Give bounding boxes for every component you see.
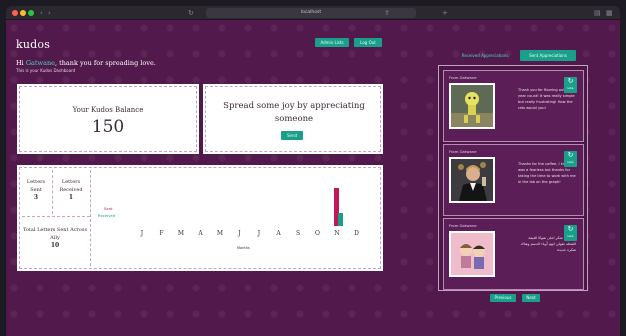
month-label: F <box>159 230 164 237</box>
appreciation-post: From Gatwane حب وان شکر اعلی شوکا الغيمة… <box>443 218 584 290</box>
dashboard-subtitle: This is your Kudos Dashboard <box>16 68 76 73</box>
like-button[interactable]: ↻ Like <box>564 151 577 167</box>
post-gif-cartoon-characters <box>449 231 495 277</box>
like-icon: ↻ <box>567 225 574 233</box>
greeting-prefix: Hi <box>16 59 26 67</box>
greeting-suffix: , thank you for spreading love. <box>54 59 156 67</box>
greeting-name: Gatwane <box>25 59 55 67</box>
sidebar-icon[interactable]: ▤ <box>594 8 601 18</box>
spread-joy-text: Spread some joy by appreciating someone <box>223 101 365 124</box>
post-gif-toast-man <box>449 157 495 203</box>
letters-sent-label: Letters Sent <box>26 179 46 193</box>
letters-received-value: 1 <box>68 194 74 201</box>
month-label: J <box>238 230 241 237</box>
appreciation-post: From Gatwane Thanks for the coffee, I kn… <box>443 144 584 216</box>
stats-chart-card: Letters Sent 3 Letters Received 1 Total … <box>17 165 383 271</box>
back-icon[interactable]: ‹ <box>40 8 43 18</box>
reload-icon[interactable]: ↻ <box>188 8 194 18</box>
letters-received-stat: Letters Received 1 <box>54 178 88 202</box>
month-label: M <box>177 230 185 237</box>
post-author: From Gatwane <box>449 75 477 80</box>
admin-lists-button[interactable]: Admin Lists <box>315 38 349 47</box>
balance-label: Your Kudos Balance <box>72 106 144 114</box>
letters-sent-value: 3 <box>33 194 39 201</box>
month-label: A <box>276 230 281 237</box>
month-label: O <box>315 230 320 237</box>
post-gif-dancing-figure <box>449 83 495 129</box>
letters-received-label: Letters Received <box>59 179 83 193</box>
month-label: J <box>257 230 261 237</box>
letters-sent-stat: Letters Sent 3 <box>22 178 50 202</box>
close-window-button[interactable] <box>12 10 18 16</box>
chart-divider <box>90 170 91 266</box>
like-label: Like <box>567 160 574 164</box>
month-label: M <box>216 230 224 237</box>
like-button[interactable]: ↻ Like <box>564 77 577 93</box>
page: kudos Admin Lists Log Out Hi Gatwane, th… <box>6 20 620 336</box>
total-letters-value: 10 <box>50 242 60 249</box>
appreciations-feed: From Gatwane Thank you for flooring out … <box>438 65 588 291</box>
month-label: D <box>354 230 359 237</box>
total-letters-label: Total Letters Sent Across Ally <box>22 227 88 241</box>
forward-icon[interactable]: › <box>48 8 51 18</box>
like-label: Like <box>567 86 574 90</box>
total-letters-stat: Total Letters Sent Across Ally 10 <box>22 226 88 250</box>
browser-window: ‹ › ↻ localhost ⇪ + ▤ ▦ kudos Admin List… <box>6 6 620 336</box>
share-icon[interactable]: ⇪ <box>384 8 390 18</box>
spread-joy-card: Spread some joy by appreciating someone … <box>203 84 383 154</box>
greeting: Hi Gatwane, thank you for spreading love… <box>16 59 156 67</box>
month-label: S <box>295 230 301 237</box>
tab-sent-appreciations[interactable]: Sent Appreciations <box>520 50 576 61</box>
month-label: J <box>140 230 144 237</box>
balance-value: 150 <box>91 117 125 137</box>
bar-received <box>338 213 343 226</box>
month-label: N <box>334 230 340 237</box>
next-page-button[interactable]: Next <box>522 294 540 302</box>
kudos-logo: kudos <box>16 38 51 51</box>
stat-divider-horizontal <box>22 216 90 217</box>
log-out-button[interactable]: Log Out <box>354 38 382 47</box>
appreciation-post: From Gatwane Thank you for flooring out … <box>443 70 584 142</box>
like-button[interactable]: ↻ Like <box>564 225 577 241</box>
chart-x-axis-label: Months <box>237 246 250 250</box>
post-author: From Gatwane <box>449 149 477 154</box>
kudos-balance-card: Your Kudos Balance 150 <box>17 84 199 154</box>
send-appreciation-button[interactable]: Send <box>281 131 303 140</box>
minimize-window-button[interactable] <box>20 10 26 16</box>
legend-sent: Sent <box>104 206 113 211</box>
maximize-window-button[interactable] <box>28 10 34 16</box>
legend-received: Received <box>98 213 116 218</box>
tabs-overview-icon[interactable]: ▦ <box>606 8 613 18</box>
like-icon: ↻ <box>567 77 574 85</box>
like-label: Like <box>567 234 574 238</box>
browser-titlebar: ‹ › ↻ localhost ⇪ + ▤ ▦ <box>6 6 620 20</box>
tab-received-appreciations[interactable]: Received Appreciations <box>452 50 518 61</box>
like-icon: ↻ <box>567 151 574 159</box>
post-author: From Gatwane <box>449 223 477 228</box>
new-tab-icon[interactable]: + <box>442 8 448 18</box>
stat-divider <box>52 170 53 214</box>
previous-page-button[interactable]: Previous <box>490 294 516 302</box>
month-label: A <box>198 230 203 237</box>
